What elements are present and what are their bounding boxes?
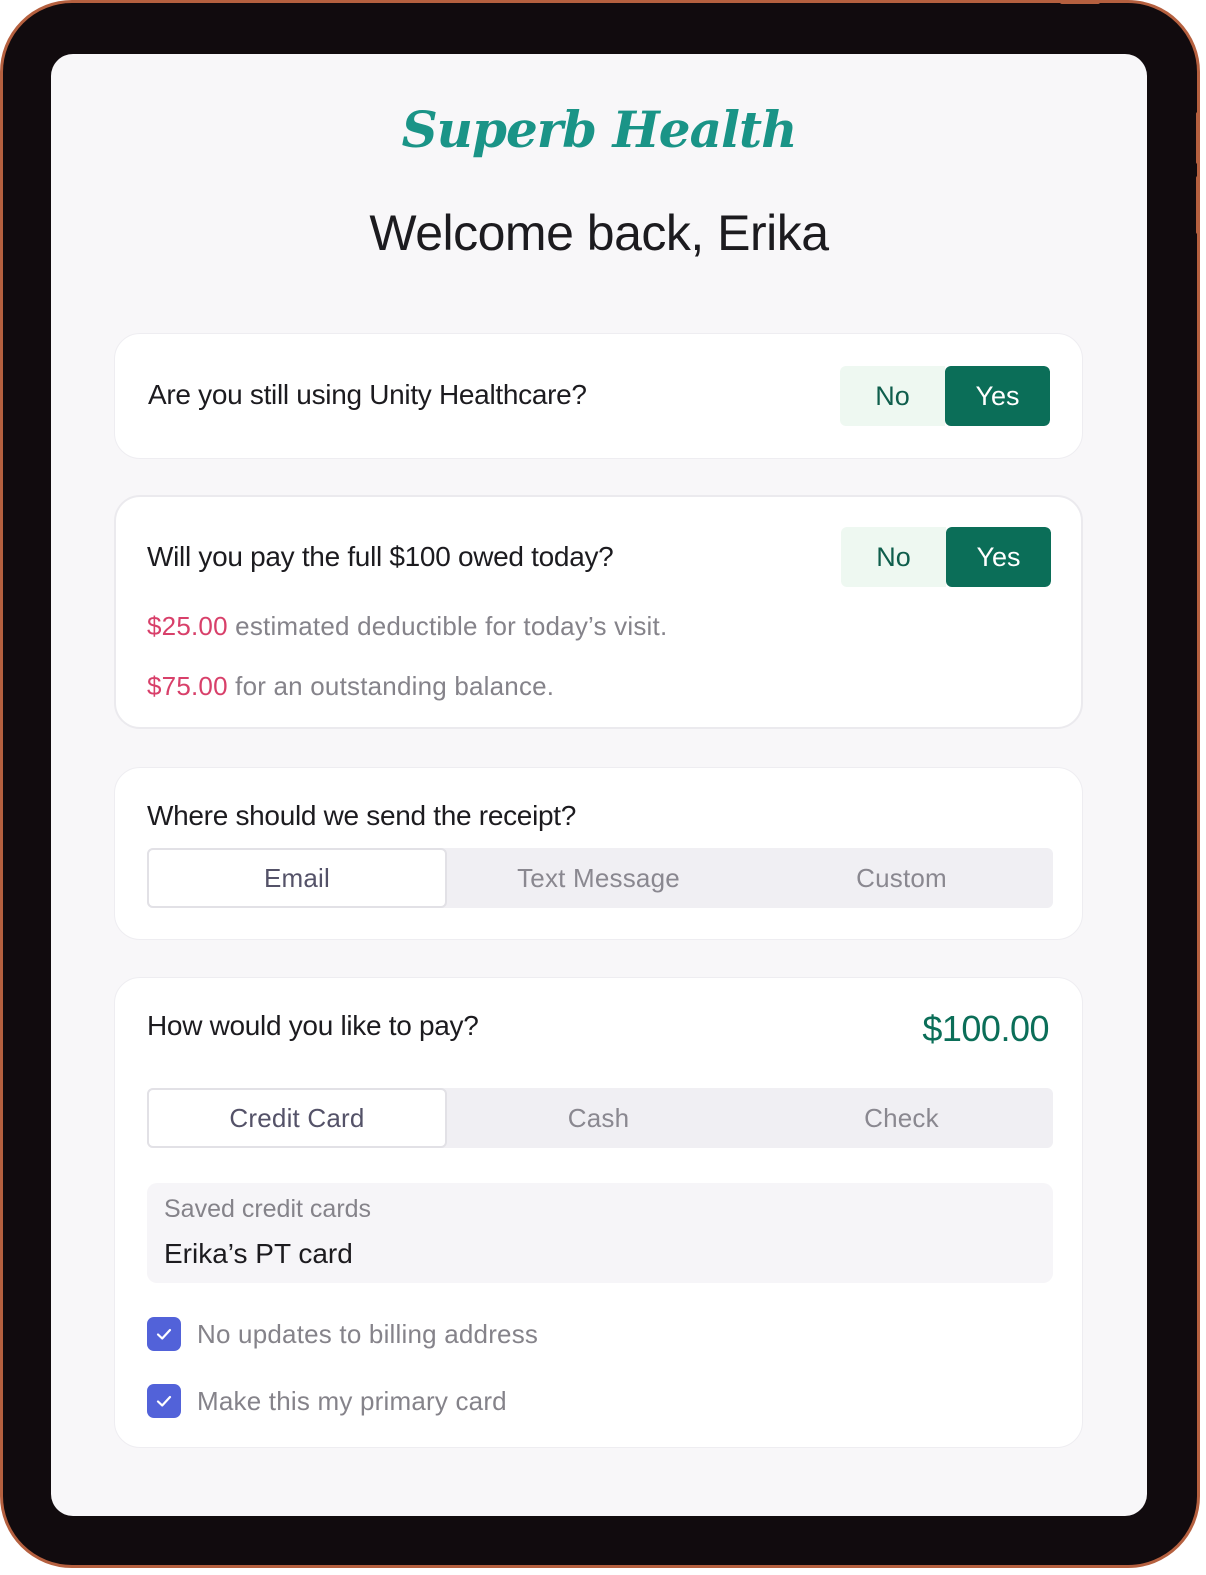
insurance-question: Are you still using Unity Healthcare?: [148, 379, 587, 410]
balance-text: for an outstanding balance.: [227, 671, 555, 701]
pay-option-check[interactable]: Check: [750, 1088, 1053, 1148]
saved-cards-label: Saved credit cards: [164, 1195, 372, 1223]
receipt-question: Where should we send the receipt?: [147, 800, 577, 831]
insurance-yes-button[interactable]: Yes: [945, 366, 1050, 426]
primary-card-label: Make this my primary card: [197, 1385, 507, 1416]
deductible-line: $25.00 estimated deductible for today’s …: [147, 611, 667, 642]
billing-address-checkbox[interactable]: [147, 1317, 181, 1351]
balance-line: $75.00 for an outstanding balance.: [147, 671, 554, 702]
insurance-no-button[interactable]: No: [840, 366, 945, 426]
billing-address-checkbox-row[interactable]: No updates to billing address: [147, 1317, 538, 1351]
payment-today-yes-button[interactable]: Yes: [946, 527, 1051, 587]
receipt-option-email[interactable]: Email: [147, 848, 447, 908]
payment-today-question: Will you pay the full $100 owed today?: [147, 541, 614, 572]
checkmark-icon: [156, 1328, 172, 1340]
page-title: Welcome back, Erika: [369, 205, 829, 261]
screen: Superb Health Welcome back, Erika Are yo…: [51, 54, 1147, 1516]
insurance-toggle: No Yes: [840, 366, 1050, 426]
receipt-card: Where should we send the receipt? Email …: [114, 767, 1083, 940]
pay-option-cash[interactable]: Cash: [447, 1088, 750, 1148]
pay-method-segmented-control: Credit Card Cash Check: [147, 1088, 1053, 1148]
pay-method-card: How would you like to pay? $100.00 Credi…: [114, 977, 1083, 1448]
receipt-option-text-message[interactable]: Text Message: [447, 848, 750, 908]
insurance-card: Are you still using Unity Healthcare? No…: [114, 333, 1083, 459]
volume-up-button: [1196, 112, 1200, 164]
primary-card-checkbox[interactable]: [147, 1384, 181, 1418]
receipt-segmented-control: Email Text Message Custom: [147, 848, 1053, 908]
volume-down-button: [1196, 176, 1200, 234]
deductible-amount: $25.00: [147, 611, 228, 641]
saved-card-value: Erika’s PT card: [164, 1238, 353, 1269]
deductible-text: estimated deductible for today’s visit.: [227, 611, 668, 641]
pay-method-question: How would you like to pay?: [147, 1010, 479, 1041]
payment-today-card: Will you pay the full $100 owed today? N…: [114, 495, 1083, 729]
total-amount: $100.00: [922, 1008, 1049, 1049]
primary-card-checkbox-row[interactable]: Make this my primary card: [147, 1384, 507, 1418]
pay-option-credit-card[interactable]: Credit Card: [147, 1088, 447, 1148]
billing-address-label: No updates to billing address: [197, 1318, 539, 1349]
payment-today-no-button[interactable]: No: [841, 527, 946, 587]
checkmark-icon: [156, 1395, 172, 1407]
brand-logo: Superb Health: [401, 100, 798, 159]
payment-today-toggle: No Yes: [841, 527, 1051, 587]
saved-cards-select[interactable]: Saved credit cards Erika’s PT card: [147, 1183, 1053, 1283]
power-button: [1060, 0, 1100, 4]
balance-amount: $75.00: [147, 671, 228, 701]
receipt-option-custom[interactable]: Custom: [750, 848, 1053, 908]
